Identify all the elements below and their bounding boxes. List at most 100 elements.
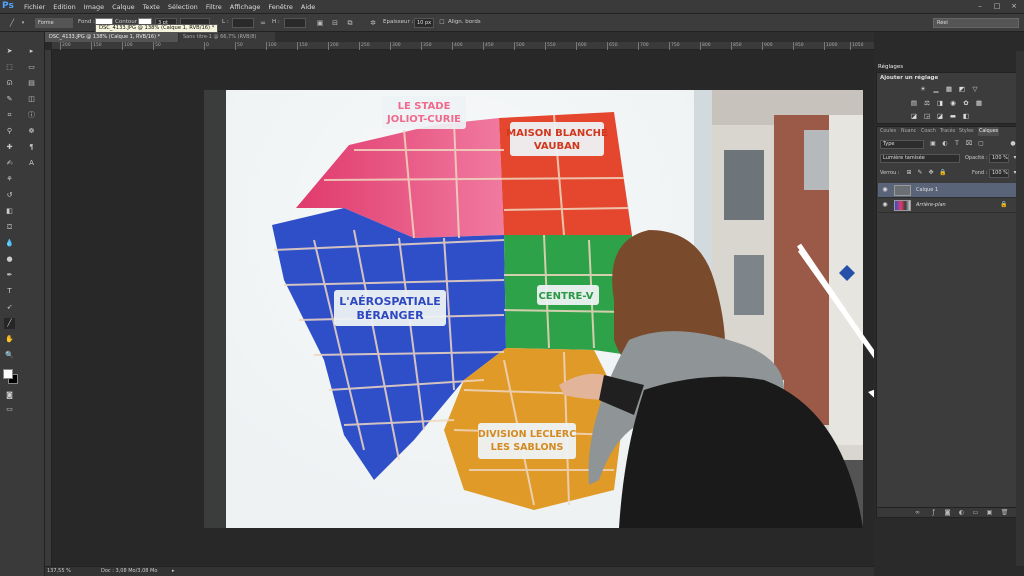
menu-selection[interactable]: Sélection: [164, 0, 202, 14]
paragraph-icon[interactable]: ¶: [26, 142, 37, 153]
blend-mode-dropdown[interactable]: Lumière tamisée: [880, 154, 960, 163]
menu-calque[interactable]: Calque: [108, 0, 139, 14]
arrange-tool-icon[interactable]: ▸: [26, 46, 37, 57]
filter-shape-icon[interactable]: ⌧: [965, 140, 973, 148]
path-ops-icon[interactable]: ▣: [315, 18, 325, 28]
adjustments-tab[interactable]: Réglages: [878, 63, 903, 71]
artboard-tool-icon[interactable]: ▭: [26, 62, 37, 73]
type-tool-icon[interactable]: T: [4, 286, 15, 297]
tab-coach[interactable]: Coach: [921, 127, 936, 136]
gear-icon[interactable]: ✲: [368, 18, 378, 28]
dodge-tool-icon[interactable]: ●: [4, 254, 15, 265]
foreground-color-swatch[interactable]: [3, 369, 13, 379]
tab-traces[interactable]: Tracés: [940, 127, 955, 136]
minimize-button[interactable]: –: [974, 2, 986, 11]
gradient-icon[interactable]: ▬: [949, 112, 957, 120]
opacity-field[interactable]: 100 %: [989, 154, 1009, 163]
chevron-down-icon[interactable]: ▾: [18, 18, 28, 28]
tool-mode-dropdown[interactable]: Forme: [35, 18, 73, 28]
weight-field[interactable]: 10 px: [414, 18, 434, 28]
fill-field[interactable]: 100 %: [989, 169, 1009, 178]
visibility-eye-icon[interactable]: ◉: [881, 201, 889, 209]
threshold-icon[interactable]: ◪: [936, 112, 944, 120]
line-tool-icon[interactable]: ╱: [7, 18, 17, 28]
menu-texte[interactable]: Texte: [139, 0, 164, 14]
tab-nuancier[interactable]: Nuanc: [901, 127, 916, 136]
character-icon[interactable]: A: [26, 158, 37, 169]
quick-mask-icon[interactable]: ◙: [4, 390, 15, 401]
trash-icon[interactable]: 🗑: [1000, 509, 1009, 517]
vibrance-icon[interactable]: ▤: [910, 99, 918, 107]
tab-dsc-4133[interactable]: DSC_4133.JPG @ 138% (Calque 1, RVB/16) *: [45, 32, 178, 42]
tab-calques[interactable]: Calques: [978, 127, 1000, 136]
layer-name[interactable]: Calque 1: [916, 186, 938, 195]
canvas-vertical-scrollbar[interactable]: [1016, 51, 1024, 566]
move-tool-icon[interactable]: ➤: [4, 46, 15, 57]
eraser-tool-icon[interactable]: ◧: [4, 206, 15, 217]
tab-styles[interactable]: Styles: [959, 127, 974, 136]
layer-style-icon[interactable]: ƒ: [929, 509, 938, 517]
filter-type-icon[interactable]: T: [953, 140, 961, 148]
path-select-tool-icon[interactable]: ➶: [4, 302, 15, 313]
eyedropper-tool-icon[interactable]: ⚲: [4, 126, 15, 137]
history-icon[interactable]: ◫: [26, 94, 37, 105]
menu-affichage[interactable]: Affichage: [226, 0, 265, 14]
exposure-icon[interactable]: ◩: [958, 85, 966, 93]
posterize-icon[interactable]: ◲: [923, 112, 931, 120]
tab-couleurs[interactable]: Coules: [880, 127, 896, 136]
lock-pixels-icon[interactable]: ✎: [916, 169, 924, 177]
path-align-icon[interactable]: ⊟: [330, 18, 340, 28]
link-icon[interactable]: ∞: [258, 18, 268, 28]
lock-all-icon[interactable]: 🔒: [939, 169, 947, 177]
curves-icon[interactable]: ▦: [945, 85, 953, 93]
bw-icon[interactable]: ◨: [936, 99, 944, 107]
brightness-icon[interactable]: ☀: [919, 85, 927, 93]
screen-mode-icon[interactable]: ▭: [4, 404, 15, 415]
height-field[interactable]: [284, 18, 306, 28]
filter-smart-icon[interactable]: ▢: [977, 140, 985, 148]
workspace-preset-dropdown[interactable]: Réel: [933, 18, 1019, 28]
menu-filtre[interactable]: Filtre: [202, 0, 226, 14]
filter-adjust-icon[interactable]: ◐: [941, 140, 949, 148]
quick-select-tool-icon[interactable]: ✎: [4, 94, 15, 105]
status-menu-icon[interactable]: ▸: [172, 567, 175, 576]
path-arrange-icon[interactable]: ⧉: [345, 18, 355, 28]
stamp-tool-icon[interactable]: ⚘: [4, 174, 15, 185]
filter-pixel-icon[interactable]: ▣: [929, 140, 937, 148]
maximize-button[interactable]: □: [991, 2, 1003, 11]
invert-icon[interactable]: ◪: [910, 112, 918, 120]
lock-transparency-icon[interactable]: ⊞: [905, 169, 913, 177]
properties-icon[interactable]: ☸: [26, 126, 37, 137]
tab-sans-titre[interactable]: Sans titre-1 @ 66,7% (RVB/8): [179, 32, 275, 42]
selective-color-icon[interactable]: ◧: [962, 112, 970, 120]
line-tool-active-icon[interactable]: ╱: [4, 318, 15, 329]
document-image[interactable]: LE STADE JOLIOT-CURIE MAISON BLANCHE VAUBA…: [204, 90, 863, 528]
history-brush-tool-icon[interactable]: ↺: [4, 190, 15, 201]
color-lookup-icon[interactable]: ▦: [975, 99, 983, 107]
layer-name[interactable]: Arrière-plan: [916, 201, 946, 210]
layer-mask-icon[interactable]: ◙: [943, 509, 952, 517]
healing-tool-icon[interactable]: ✚: [4, 142, 15, 153]
menu-aide[interactable]: Aide: [297, 0, 319, 14]
link-layers-icon[interactable]: ∞: [913, 509, 922, 517]
balance-icon[interactable]: ⚖: [923, 99, 931, 107]
visibility-eye-icon[interactable]: ◉: [881, 186, 889, 194]
adjustment-layer-icon[interactable]: ◐: [957, 509, 966, 517]
lock-position-icon[interactable]: ✥: [927, 169, 935, 177]
paint-bucket-tool-icon[interactable]: ⛋: [4, 222, 15, 233]
info-icon[interactable]: ⓘ: [26, 110, 37, 121]
width-field[interactable]: [232, 18, 254, 28]
gradient-map-icon[interactable]: ▽: [971, 85, 979, 93]
align-edges-checkbox[interactable]: ☐: [437, 18, 447, 28]
brush-preset-icon[interactable]: ▤: [26, 78, 37, 89]
blur-tool-icon[interactable]: 💧: [4, 238, 15, 249]
menu-image[interactable]: Image: [80, 0, 108, 14]
photo-filter-icon[interactable]: ◉: [949, 99, 957, 107]
crop-tool-icon[interactable]: ⌗: [4, 110, 15, 121]
brush-tool-icon[interactable]: ✍: [4, 158, 15, 169]
channel-mixer-icon[interactable]: ✿: [962, 99, 970, 107]
pen-tool-icon[interactable]: ✒: [4, 270, 15, 281]
menu-fichier[interactable]: Fichier: [20, 0, 49, 14]
levels-icon[interactable]: ▁: [932, 85, 940, 93]
new-layer-icon[interactable]: ▣: [985, 509, 994, 517]
